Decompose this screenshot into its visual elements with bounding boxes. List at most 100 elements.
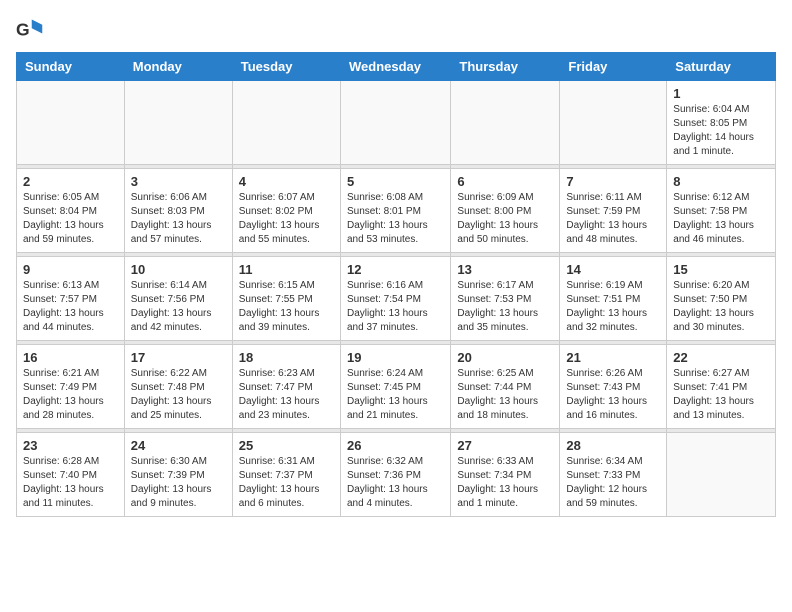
day-info: Sunrise: 6:22 AM Sunset: 7:48 PM Dayligh… <box>131 367 226 423</box>
day-info: Sunrise: 6:34 AM Sunset: 7:33 PM Dayligh… <box>566 455 660 511</box>
day-number: 2 <box>23 174 118 189</box>
day-number: 21 <box>566 350 660 365</box>
day-number: 23 <box>23 438 118 453</box>
day-number: 10 <box>131 262 226 277</box>
day-info: Sunrise: 6:32 AM Sunset: 7:36 PM Dayligh… <box>347 455 444 511</box>
day-number: 26 <box>347 438 444 453</box>
calendar-cell: 9 Sunrise: 6:13 AM Sunset: 7:57 PM Daylig… <box>17 257 125 341</box>
day-info: Sunrise: 6:07 AM Sunset: 8:02 PM Dayligh… <box>239 191 334 247</box>
calendar-cell <box>451 81 560 165</box>
calendar-cell: 7 Sunrise: 6:11 AM Sunset: 7:59 PM Daylig… <box>560 169 667 253</box>
logo-icon: G <box>16 16 44 44</box>
day-info: Sunrise: 6:24 AM Sunset: 7:45 PM Dayligh… <box>347 367 444 423</box>
day-info: Sunrise: 6:15 AM Sunset: 7:55 PM Dayligh… <box>239 279 334 335</box>
day-number: 7 <box>566 174 660 189</box>
calendar-cell: 22 Sunrise: 6:27 AM Sunset: 7:41 PM Dayli… <box>667 345 776 429</box>
calendar-cell: 27 Sunrise: 6:33 AM Sunset: 7:34 PM Dayli… <box>451 433 560 517</box>
calendar-week-2: 2 Sunrise: 6:05 AM Sunset: 8:04 PM Daylig… <box>17 169 776 253</box>
day-number: 5 <box>347 174 444 189</box>
logo: G <box>16 16 48 44</box>
calendar-cell: 3 Sunrise: 6:06 AM Sunset: 8:03 PM Daylig… <box>124 169 232 253</box>
header-thursday: Thursday <box>451 53 560 81</box>
calendar-cell: 16 Sunrise: 6:21 AM Sunset: 7:49 PM Dayli… <box>17 345 125 429</box>
calendar-cell: 14 Sunrise: 6:19 AM Sunset: 7:51 PM Dayli… <box>560 257 667 341</box>
calendar-cell: 2 Sunrise: 6:05 AM Sunset: 8:04 PM Daylig… <box>17 169 125 253</box>
day-info: Sunrise: 6:06 AM Sunset: 8:03 PM Dayligh… <box>131 191 226 247</box>
day-number: 22 <box>673 350 769 365</box>
svg-text:G: G <box>16 19 30 39</box>
calendar-cell: 18 Sunrise: 6:23 AM Sunset: 7:47 PM Dayli… <box>232 345 340 429</box>
calendar-cell: 26 Sunrise: 6:32 AM Sunset: 7:36 PM Dayli… <box>340 433 450 517</box>
day-number: 28 <box>566 438 660 453</box>
day-info: Sunrise: 6:25 AM Sunset: 7:44 PM Dayligh… <box>457 367 553 423</box>
day-number: 6 <box>457 174 553 189</box>
calendar-cell: 17 Sunrise: 6:22 AM Sunset: 7:48 PM Dayli… <box>124 345 232 429</box>
day-info: Sunrise: 6:20 AM Sunset: 7:50 PM Dayligh… <box>673 279 769 335</box>
day-info: Sunrise: 6:33 AM Sunset: 7:34 PM Dayligh… <box>457 455 553 511</box>
header-wednesday: Wednesday <box>340 53 450 81</box>
calendar-week-1: 1 Sunrise: 6:04 AM Sunset: 8:05 PM Daylig… <box>17 81 776 165</box>
calendar-cell: 4 Sunrise: 6:07 AM Sunset: 8:02 PM Daylig… <box>232 169 340 253</box>
calendar-week-3: 9 Sunrise: 6:13 AM Sunset: 7:57 PM Daylig… <box>17 257 776 341</box>
calendar-cell: 28 Sunrise: 6:34 AM Sunset: 7:33 PM Dayli… <box>560 433 667 517</box>
calendar-cell: 12 Sunrise: 6:16 AM Sunset: 7:54 PM Dayli… <box>340 257 450 341</box>
day-number: 20 <box>457 350 553 365</box>
calendar-cell <box>124 81 232 165</box>
header-sunday: Sunday <box>17 53 125 81</box>
calendar-cell: 8 Sunrise: 6:12 AM Sunset: 7:58 PM Daylig… <box>667 169 776 253</box>
day-info: Sunrise: 6:12 AM Sunset: 7:58 PM Dayligh… <box>673 191 769 247</box>
calendar-cell <box>232 81 340 165</box>
day-info: Sunrise: 6:30 AM Sunset: 7:39 PM Dayligh… <box>131 455 226 511</box>
day-number: 16 <box>23 350 118 365</box>
day-number: 4 <box>239 174 334 189</box>
calendar-cell <box>667 433 776 517</box>
calendar-header-row: SundayMondayTuesdayWednesdayThursdayFrid… <box>17 53 776 81</box>
day-number: 3 <box>131 174 226 189</box>
day-info: Sunrise: 6:17 AM Sunset: 7:53 PM Dayligh… <box>457 279 553 335</box>
calendar-cell: 5 Sunrise: 6:08 AM Sunset: 8:01 PM Daylig… <box>340 169 450 253</box>
calendar-cell: 19 Sunrise: 6:24 AM Sunset: 7:45 PM Dayli… <box>340 345 450 429</box>
day-number: 1 <box>673 86 769 101</box>
calendar-cell <box>560 81 667 165</box>
day-info: Sunrise: 6:19 AM Sunset: 7:51 PM Dayligh… <box>566 279 660 335</box>
header-friday: Friday <box>560 53 667 81</box>
day-info: Sunrise: 6:11 AM Sunset: 7:59 PM Dayligh… <box>566 191 660 247</box>
day-info: Sunrise: 6:23 AM Sunset: 7:47 PM Dayligh… <box>239 367 334 423</box>
header-monday: Monday <box>124 53 232 81</box>
header-tuesday: Tuesday <box>232 53 340 81</box>
day-info: Sunrise: 6:08 AM Sunset: 8:01 PM Dayligh… <box>347 191 444 247</box>
day-number: 17 <box>131 350 226 365</box>
calendar-table: SundayMondayTuesdayWednesdayThursdayFrid… <box>16 52 776 517</box>
page-header: G <box>16 16 776 44</box>
calendar-cell: 20 Sunrise: 6:25 AM Sunset: 7:44 PM Dayli… <box>451 345 560 429</box>
day-number: 14 <box>566 262 660 277</box>
day-info: Sunrise: 6:27 AM Sunset: 7:41 PM Dayligh… <box>673 367 769 423</box>
day-info: Sunrise: 6:04 AM Sunset: 8:05 PM Dayligh… <box>673 103 769 159</box>
day-number: 25 <box>239 438 334 453</box>
calendar-cell: 25 Sunrise: 6:31 AM Sunset: 7:37 PM Dayli… <box>232 433 340 517</box>
calendar-week-4: 16 Sunrise: 6:21 AM Sunset: 7:49 PM Dayli… <box>17 345 776 429</box>
day-number: 13 <box>457 262 553 277</box>
calendar-cell: 11Sunrise: 6:15 AM Sunset: 7:55 PM Dayli… <box>232 257 340 341</box>
day-number: 8 <box>673 174 769 189</box>
day-info: Sunrise: 6:14 AM Sunset: 7:56 PM Dayligh… <box>131 279 226 335</box>
day-number: 9 <box>23 262 118 277</box>
day-number: 12 <box>347 262 444 277</box>
calendar-cell: 21 Sunrise: 6:26 AM Sunset: 7:43 PM Dayli… <box>560 345 667 429</box>
day-number: 24 <box>131 438 226 453</box>
day-info: Sunrise: 6:26 AM Sunset: 7:43 PM Dayligh… <box>566 367 660 423</box>
calendar-cell: 24 Sunrise: 6:30 AM Sunset: 7:39 PM Dayli… <box>124 433 232 517</box>
day-info: Sunrise: 6:31 AM Sunset: 7:37 PM Dayligh… <box>239 455 334 511</box>
header-saturday: Saturday <box>667 53 776 81</box>
calendar-cell <box>340 81 450 165</box>
day-number: 19 <box>347 350 444 365</box>
day-number: 15 <box>673 262 769 277</box>
calendar-cell: 6Sunrise: 6:09 AM Sunset: 8:00 PM Daylig… <box>451 169 560 253</box>
day-info: Sunrise: 6:05 AM Sunset: 8:04 PM Dayligh… <box>23 191 118 247</box>
calendar-cell: 1 Sunrise: 6:04 AM Sunset: 8:05 PM Daylig… <box>667 81 776 165</box>
day-info: Sunrise: 6:13 AM Sunset: 7:57 PM Dayligh… <box>23 279 118 335</box>
day-info: Sunrise: 6:16 AM Sunset: 7:54 PM Dayligh… <box>347 279 444 335</box>
day-number: 18 <box>239 350 334 365</box>
day-number: 27 <box>457 438 553 453</box>
day-info: Sunrise: 6:21 AM Sunset: 7:49 PM Dayligh… <box>23 367 118 423</box>
